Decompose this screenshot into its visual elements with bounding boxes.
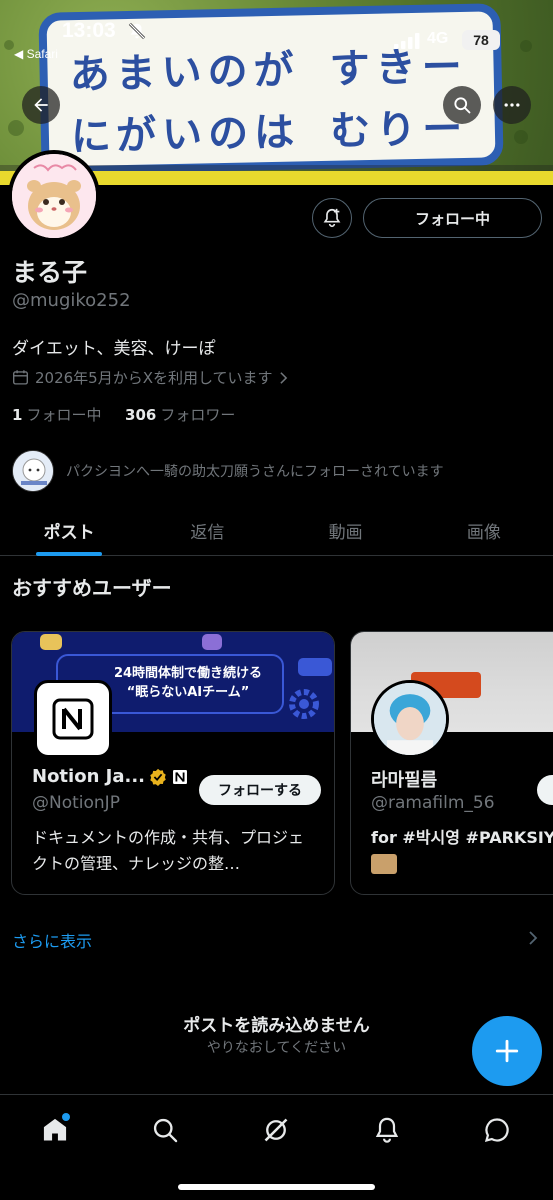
nav-home[interactable] [38, 1113, 72, 1147]
chevron-right-icon [529, 931, 538, 945]
card-description: for #박시영 #PARKSIY [371, 828, 553, 847]
card-name: Notion Ja... [32, 766, 146, 787]
signal-icon [394, 33, 420, 49]
card-name-row: Notion Ja... [32, 766, 189, 787]
grok-icon [264, 1118, 288, 1142]
following-link[interactable]: 1 フォロー中 [12, 406, 101, 424]
battery-indicator: 78 [462, 30, 500, 50]
search-icon [153, 1118, 178, 1143]
followers-link[interactable]: 306 フォロワー [125, 406, 235, 424]
card-handle: @NotionJP [32, 793, 120, 813]
followers-count: 306 [125, 406, 157, 424]
joined-date-link[interactable]: 2026年5月からXを利用しています [12, 367, 288, 388]
bell-icon [375, 1117, 399, 1143]
unread-dot [62, 1113, 70, 1121]
profile-handle: @mugiko252 [12, 290, 131, 311]
profile-name: まる子 [12, 258, 88, 287]
calendar-icon [13, 370, 28, 385]
recommend-card-notion[interactable]: 24時間体制で働き続ける “眠らないAIチーム” Notion Ja... @N… [11, 631, 335, 895]
affiliate-badge-icon [171, 768, 189, 785]
back-to-safari-link[interactable]: ◀ Safari [14, 47, 58, 61]
tab-videos[interactable]: 動画 [277, 506, 415, 555]
verified-badge-icon [150, 768, 166, 786]
messages-icon [484, 1118, 509, 1143]
plus-icon [495, 1039, 519, 1063]
card-handle: @ramafilm_56 [371, 793, 495, 813]
following-label: フォロー中 [26, 406, 102, 424]
sheep-avatar-image [13, 451, 53, 491]
show-more-link[interactable]: さらに表示 [12, 928, 92, 952]
profile-bio: ダイエット、美容、けーぽ [12, 339, 216, 359]
followed-by-text: パクシヨンへ一騎の助太刀願うさんにフォローされています [66, 464, 444, 480]
compose-post-button[interactable] [472, 1016, 542, 1086]
banner-line-2: にがいのは むりー [70, 105, 469, 161]
load-error-title: ポストを読み込めません [183, 1016, 370, 1036]
back-button[interactable] [22, 86, 60, 124]
tab-posts[interactable]: ポスト [0, 506, 138, 555]
followed-by-row[interactable]: パクシヨンへ一騎の助太刀願うさんにフォローされています [12, 450, 444, 492]
search-icon [454, 97, 471, 114]
gear-icon [289, 689, 319, 719]
followers-label: フォロワー [160, 406, 236, 424]
follow-button[interactable]: フォローする [199, 775, 321, 805]
ramafilm-avatar [371, 680, 449, 758]
status-bar: 13:03 ◀ Safari 4G 78 [0, 0, 553, 61]
follower-avatar [12, 450, 54, 492]
follow-button[interactable] [537, 775, 553, 805]
card-description: ドキュメントの作成・共有、プロジェクトの管理、ナレッジの整… [32, 828, 305, 873]
cover-line-1: 24時間体制で働き続ける [113, 666, 263, 681]
profile-avatar[interactable] [8, 150, 100, 242]
recommend-card-ramafilm[interactable]: 라마필름 @ramafilm_56 for #박시영 #PARKSIY [350, 631, 553, 895]
nav-messages[interactable] [480, 1113, 514, 1147]
status-time: 13:03 [62, 19, 116, 42]
retry-link[interactable]: やりなおしてください [0, 1037, 553, 1057]
nav-grok[interactable] [259, 1113, 293, 1147]
follow-counts: 1 フォロー中 306 フォロワー [12, 404, 235, 425]
following-count: 1 [12, 406, 23, 424]
home-indicator [178, 1184, 375, 1190]
search-button[interactable] [443, 86, 481, 124]
chevron-right-icon [279, 371, 287, 384]
nav-notifications[interactable] [370, 1113, 404, 1147]
tab-images[interactable]: 画像 [415, 506, 553, 555]
bell-off-icon [128, 22, 146, 40]
network-type: 4G [427, 30, 449, 47]
notification-plus-icon [323, 208, 341, 228]
recommend-title: おすすめユーザー [12, 576, 172, 600]
notion-avatar [34, 680, 112, 758]
card-name: 라마필름 [371, 770, 438, 791]
hamster-avatar-image [12, 154, 96, 238]
person-photo-image [374, 683, 446, 755]
notification-subscribe-button[interactable] [312, 198, 352, 238]
joined-date-text: 2026年5月からXを利用しています [35, 369, 273, 387]
film-emoji-icon [371, 854, 397, 874]
notion-logo-icon [52, 698, 94, 740]
tab-replies[interactable]: 返信 [138, 506, 276, 555]
profile-tabs: ポスト 返信 動画 画像 [0, 506, 553, 556]
more-button[interactable] [493, 86, 531, 124]
following-button[interactable]: フォロー中 [363, 198, 542, 238]
back-arrow-icon [34, 98, 48, 112]
nav-search[interactable] [148, 1113, 182, 1147]
more-icon [504, 103, 520, 107]
